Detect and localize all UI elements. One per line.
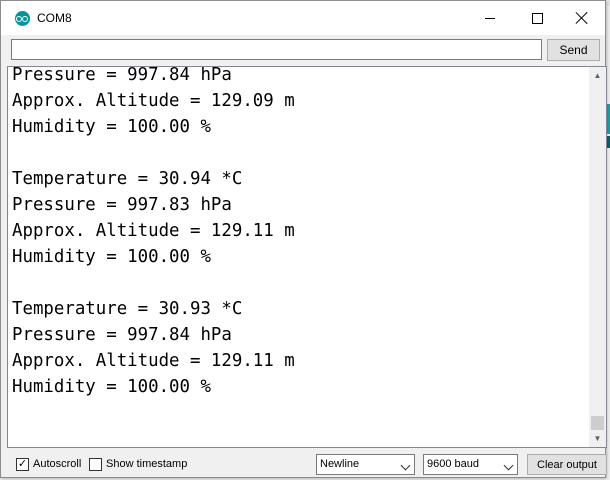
arduino-icon bbox=[15, 11, 30, 26]
line-ending-value: Newline bbox=[320, 458, 360, 470]
timestamp-checkbox[interactable] bbox=[89, 458, 102, 471]
title-bar: COM8 bbox=[1, 1, 605, 35]
serial-output[interactable]: Pressure = 997.84 hPa Approx. Altitude =… bbox=[7, 66, 607, 448]
output-line: Pressure = 997.83 hPa bbox=[12, 195, 232, 215]
chevron-down-icon bbox=[400, 460, 411, 471]
output-line: Temperature = 30.94 *C bbox=[12, 169, 243, 189]
window-title: COM8 bbox=[37, 11, 72, 25]
scrollbar-thumb[interactable] bbox=[591, 416, 604, 430]
autoscroll-checkbox[interactable]: ✓ bbox=[16, 458, 29, 471]
send-input[interactable] bbox=[11, 39, 542, 60]
clear-output-button[interactable]: Clear output bbox=[527, 454, 607, 475]
output-line: Temperature = 30.93 *C bbox=[12, 299, 243, 319]
serial-monitor-window: COM8 Send Pressure = 997.84 hPa Approx. … bbox=[0, 0, 607, 479]
output-line: Approx. Altitude = 129.09 m bbox=[12, 91, 295, 111]
output-line: Pressure = 997.84 hPa bbox=[12, 66, 232, 85]
baud-rate-select[interactable]: 9600 baud bbox=[423, 454, 518, 475]
baud-rate-value: 9600 baud bbox=[427, 458, 479, 470]
autoscroll-label: Autoscroll bbox=[33, 458, 82, 470]
footer-bar: ✓ Autoscroll Show timestamp Newline 9600… bbox=[1, 449, 607, 479]
output-line: Humidity = 100.00 % bbox=[12, 247, 211, 267]
close-icon bbox=[576, 12, 588, 24]
scroll-up-arrow-icon[interactable]: ▲ bbox=[589, 67, 606, 84]
timestamp-label: Show timestamp bbox=[106, 458, 188, 470]
vertical-scrollbar[interactable]: ▲ ▼ bbox=[589, 67, 606, 447]
chevron-down-icon bbox=[503, 460, 514, 471]
maximize-icon bbox=[531, 12, 543, 24]
minimize-button[interactable] bbox=[467, 1, 513, 35]
output-line: Humidity = 100.00 % bbox=[12, 377, 211, 397]
line-ending-select[interactable]: Newline bbox=[316, 454, 415, 475]
minimize-icon bbox=[485, 17, 495, 19]
serial-output-text: Pressure = 997.84 hPa Approx. Altitude =… bbox=[12, 66, 295, 400]
send-button[interactable]: Send bbox=[547, 39, 600, 61]
close-button[interactable] bbox=[559, 1, 605, 35]
scroll-down-arrow-icon[interactable]: ▼ bbox=[589, 430, 606, 447]
output-line: Humidity = 100.00 % bbox=[12, 117, 211, 137]
output-line: Pressure = 997.84 hPa bbox=[12, 325, 232, 345]
output-line: Approx. Altitude = 129.11 m bbox=[12, 351, 295, 371]
output-line: Approx. Altitude = 129.11 m bbox=[12, 221, 295, 241]
maximize-button[interactable] bbox=[514, 1, 560, 35]
